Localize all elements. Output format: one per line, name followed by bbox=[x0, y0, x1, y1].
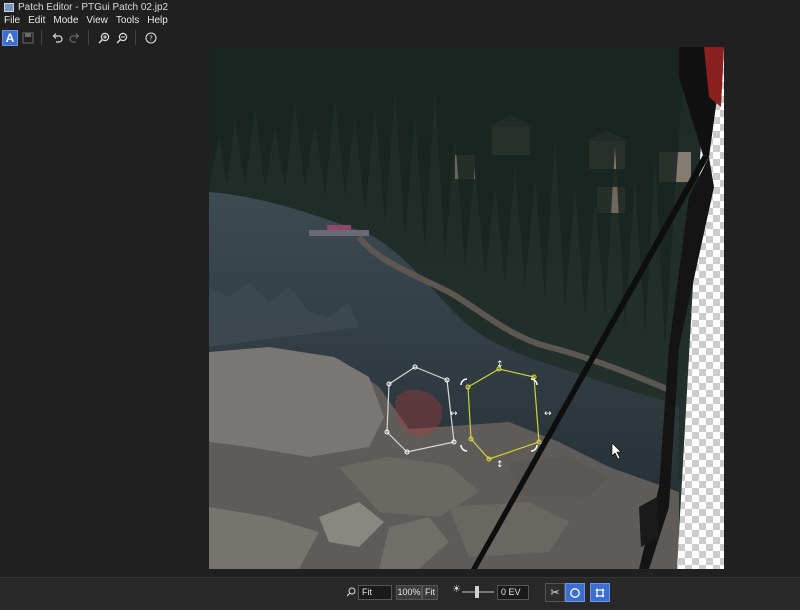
save-icon bbox=[22, 32, 34, 43]
bottom-bar: Fit 100% Fit ☀ 0 EV ✂ bbox=[0, 577, 800, 610]
zoom-out-icon bbox=[116, 32, 128, 43]
zoom-fit-button[interactable]: Fit bbox=[422, 585, 438, 600]
zoom-out-button[interactable] bbox=[114, 30, 130, 46]
menu-view[interactable]: View bbox=[82, 14, 112, 28]
menu-bar: File Edit Mode View Tools Help bbox=[0, 14, 800, 28]
redo-icon bbox=[69, 32, 80, 43]
menu-mode[interactable]: Mode bbox=[49, 14, 82, 28]
svg-text:↔: ↔ bbox=[544, 409, 552, 419]
exposure-slider[interactable] bbox=[462, 586, 494, 598]
zoom-in-icon bbox=[98, 32, 110, 43]
transform-icon bbox=[595, 588, 605, 597]
scissors-icon: ✂ bbox=[550, 587, 560, 599]
menu-tools[interactable]: Tools bbox=[112, 14, 143, 28]
svg-text:↕: ↕ bbox=[496, 460, 504, 470]
exposure-input[interactable]: 0 EV bbox=[497, 585, 529, 600]
panorama-image[interactable]: ↔ ↕ ↕ ↔ bbox=[209, 47, 724, 569]
zoom-icon bbox=[346, 587, 356, 597]
redo-button[interactable] bbox=[67, 30, 83, 46]
undo-icon bbox=[52, 32, 63, 43]
help-icon: ? bbox=[145, 31, 157, 44]
patch-outline-icon bbox=[570, 587, 580, 598]
exposure-slider-thumb[interactable] bbox=[475, 586, 479, 598]
zoom-in-button[interactable] bbox=[96, 30, 112, 46]
transform-tool-button[interactable] bbox=[590, 583, 610, 602]
toolbar-separator bbox=[135, 30, 136, 45]
app-icon bbox=[4, 2, 14, 12]
auto-mode-button[interactable]: A bbox=[2, 29, 18, 46]
help-button[interactable]: ? bbox=[143, 30, 159, 46]
svg-text:↔: ↔ bbox=[450, 409, 458, 419]
undo-button[interactable] bbox=[49, 30, 65, 46]
window-title: Patch Editor - PTGui Patch 02.jp2 bbox=[18, 1, 169, 13]
svg-text:?: ? bbox=[149, 34, 153, 42]
cut-tool-button[interactable]: ✂ bbox=[545, 583, 565, 602]
save-button[interactable] bbox=[20, 30, 36, 46]
auto-a-icon: A bbox=[5, 30, 15, 45]
patch-tool-button[interactable] bbox=[565, 583, 585, 602]
zoom-input[interactable]: Fit bbox=[358, 585, 392, 600]
title-bar: Patch Editor - PTGui Patch 02.jp2 bbox=[0, 0, 800, 14]
toolbar-separator bbox=[88, 30, 89, 45]
zoom-100-button[interactable]: 100% bbox=[396, 585, 422, 600]
svg-text:↕: ↕ bbox=[496, 360, 504, 370]
canvas-area[interactable]: ↔ ↕ ↕ ↔ bbox=[0, 47, 800, 577]
brightness-icon: ☀ bbox=[452, 584, 461, 595]
menu-edit[interactable]: Edit bbox=[24, 14, 49, 28]
menu-file[interactable]: File bbox=[0, 14, 24, 28]
menu-help[interactable]: Help bbox=[143, 14, 172, 28]
toolbar-separator bbox=[41, 30, 42, 45]
panorama-photo: ↔ ↕ ↕ ↔ bbox=[209, 47, 724, 569]
toolbar: A ? bbox=[0, 28, 800, 47]
